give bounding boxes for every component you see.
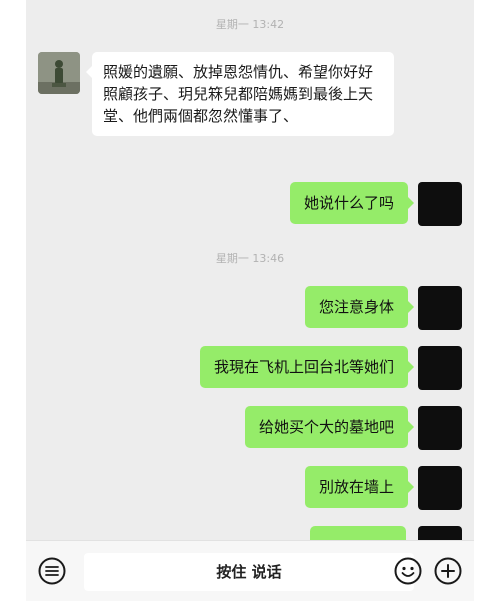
emoji-icon[interactable] bbox=[394, 557, 422, 585]
user-avatar[interactable] bbox=[418, 346, 462, 390]
chat-screen: 星期一 13:42 照媛的遺願、放掉恩怨情仇、希望你好好照顧孩子、玥兒箖兒都陪媽… bbox=[26, 0, 474, 601]
user-avatar[interactable] bbox=[418, 182, 462, 226]
user-avatar[interactable] bbox=[418, 406, 462, 450]
plus-icon[interactable] bbox=[434, 557, 462, 585]
user-avatar[interactable] bbox=[418, 286, 462, 330]
user-avatar[interactable] bbox=[418, 466, 462, 510]
outgoing-message[interactable]: 给她买个大的墓地吧 bbox=[244, 406, 415, 448]
outgoing-message[interactable]: 我現在飞机上回台北等她们 bbox=[199, 346, 415, 388]
outgoing-message[interactable]: 別放在墙上 bbox=[304, 466, 415, 508]
incoming-message[interactable]: 照媛的遺願、放掉恩怨情仇、希望你好好照顧孩子、玥兒箖兒都陪媽媽到最後上天堂、他們… bbox=[86, 52, 394, 136]
outgoing-message[interactable]: 她说什么了吗 bbox=[289, 182, 415, 224]
input-bar: 按住 说话 bbox=[26, 540, 474, 601]
hold-to-talk-button[interactable]: 按住 说话 bbox=[84, 553, 414, 591]
contact-avatar[interactable] bbox=[38, 52, 80, 94]
outgoing-message[interactable]: 您注意身体 bbox=[304, 286, 415, 328]
timestamp: 星期一 13:42 bbox=[215, 18, 285, 31]
contact-avatar-image bbox=[38, 52, 80, 94]
voice-icon[interactable] bbox=[38, 557, 66, 585]
timestamp: 星期一 13:46 bbox=[215, 252, 285, 265]
